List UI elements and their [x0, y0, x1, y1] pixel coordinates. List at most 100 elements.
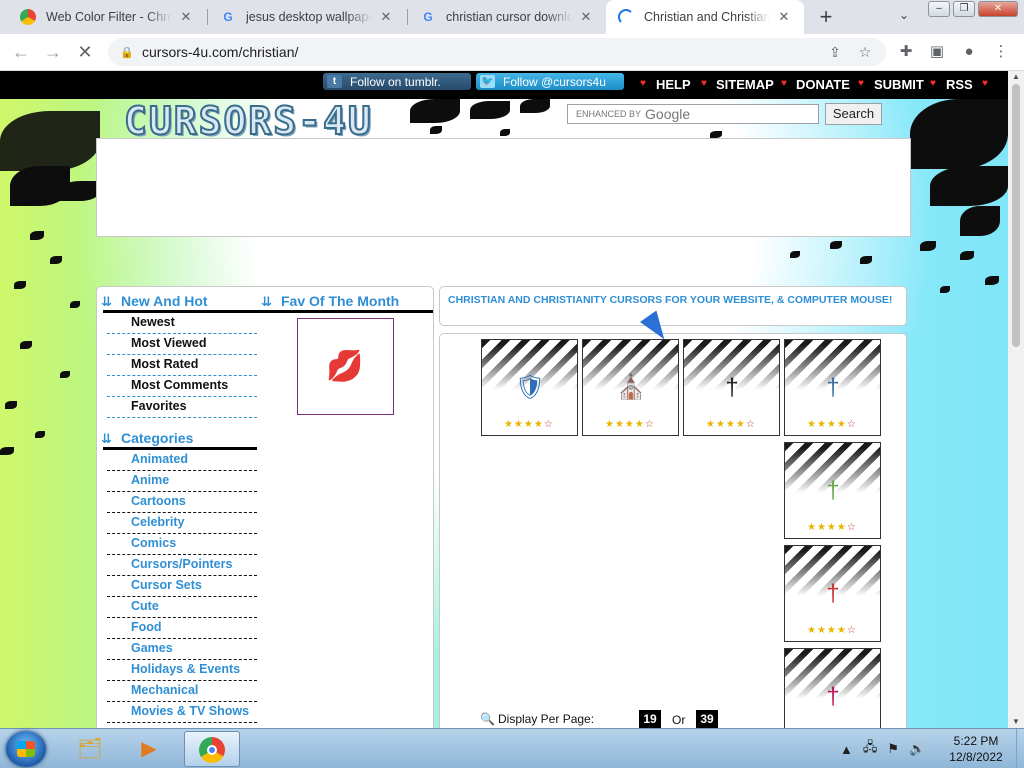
link-most-comments[interactable]: Most Comments — [107, 376, 257, 397]
tab-web-color-filter[interactable]: Web Color Filter - Chrome ✕ — [8, 0, 206, 34]
close-tab-icon[interactable]: ✕ — [578, 9, 594, 25]
left-sidebar: ⇊ New And Hot ⇊ Fav Of The Month Newest Mo… — [96, 286, 434, 728]
category-cursors-pointers[interactable]: Cursors/Pointers — [107, 555, 257, 576]
close-tab-icon[interactable]: ✕ — [776, 9, 792, 25]
back-arrow-icon[interactable]: ← — [8, 39, 34, 65]
google-icon: G — [423, 10, 433, 24]
cursor-card[interactable]: † ★★★★☆ — [784, 545, 881, 642]
scrollbar-thumb[interactable] — [1012, 84, 1020, 347]
link-newest[interactable]: Newest — [107, 313, 257, 334]
cursor-card[interactable]: 🛡 ★★★★☆ — [481, 339, 578, 436]
close-window-button[interactable]: ✕ — [978, 1, 1018, 17]
category-comics[interactable]: Comics — [107, 534, 257, 555]
follow-twitter-label: Follow @cursors4u — [503, 74, 606, 89]
cursor-card[interactable]: † ★★★★☆ — [784, 442, 881, 539]
chrome-taskbar-button[interactable] — [184, 731, 240, 767]
browser-toolbar: ← → ✕ 🔒 cursors-4u.com/christian/ ⇪ ☆ ✚ … — [0, 34, 1024, 71]
stop-loading-icon[interactable]: ✕ — [72, 39, 98, 65]
close-tab-icon[interactable]: ✕ — [378, 9, 394, 25]
kebab-menu-icon[interactable]: ⋮ — [988, 39, 1014, 65]
follow-tumblr-button[interactable]: t Follow on tumblr. — [323, 73, 471, 90]
share-icon[interactable]: ⇪ — [824, 38, 846, 66]
link-most-viewed[interactable]: Most Viewed — [107, 334, 257, 355]
tab-search-chevron-icon[interactable]: ⌄ — [894, 8, 914, 26]
page-title: CHRISTIAN AND CHRISTIANITY CURSORS FOR Y… — [448, 294, 893, 306]
heart-icon: ♥ — [858, 78, 864, 89]
sword-cross-icon: † — [725, 374, 739, 401]
windows-logo-icon — [17, 741, 35, 757]
category-food[interactable]: Food — [107, 618, 257, 639]
clock-time: 5:22 PM — [953, 734, 999, 748]
per-page-39-button[interactable]: 39 — [696, 710, 718, 728]
follow-tumblr-label: Follow on tumblr. — [350, 74, 441, 89]
nav-submit[interactable]: SUBMIT — [874, 77, 924, 92]
rainbow-icon — [20, 9, 36, 25]
extensions-puzzle-icon[interactable]: ✚ — [893, 39, 919, 65]
category-mechanical[interactable]: Mechanical — [107, 681, 257, 702]
nav-help[interactable]: HELP — [656, 77, 691, 92]
follow-twitter-button[interactable]: 🐦 Follow @cursors4u — [476, 73, 624, 90]
categories-heading: ⇊ Categories — [101, 430, 193, 447]
link-favorites[interactable]: Favorites — [107, 397, 257, 418]
category-cute[interactable]: Cute — [107, 597, 257, 618]
page-scrollbar[interactable]: ▲ ▼ — [1008, 71, 1024, 728]
nav-sitemap[interactable]: SITEMAP — [716, 77, 774, 92]
system-clock[interactable]: 5:22 PM 12/8/2022 — [936, 733, 1016, 765]
fav-of-month-cursor[interactable]: 💋 — [297, 318, 394, 415]
download-arrow-icon: ⇊ — [101, 294, 112, 309]
cursor-card[interactable]: † ★★★★☆ — [683, 339, 780, 436]
media-player-icon[interactable]: ▶ — [121, 731, 177, 767]
cursor-card[interactable]: † ★★★★☆ — [784, 339, 881, 436]
tray-expand-icon[interactable]: ▲ — [840, 742, 853, 757]
category-cursor-sets[interactable]: Cursor Sets — [107, 576, 257, 597]
category-games[interactable]: Games — [107, 639, 257, 660]
link-most-rated[interactable]: Most Rated — [107, 355, 257, 376]
tab-title: jesus desktop wallpaper — [246, 10, 372, 24]
per-page-or-text: Or — [672, 713, 686, 727]
start-button[interactable] — [6, 731, 46, 767]
forward-arrow-icon[interactable]: → — [40, 39, 66, 65]
category-holidays-events[interactable]: Holidays & Events — [107, 660, 257, 681]
action-center-icon[interactable]: ⚑ — [887, 741, 899, 757]
address-bar[interactable]: 🔒 cursors-4u.com/christian/ ⇪ ☆ — [108, 38, 886, 66]
cathedral-icon: ⛪ — [616, 374, 646, 401]
chrome-icon — [199, 737, 225, 763]
bookmark-star-icon[interactable]: ☆ — [854, 38, 876, 66]
minimize-window-button[interactable]: – — [928, 1, 950, 17]
clock-date: 12/8/2022 — [949, 750, 1003, 764]
profile-avatar-icon[interactable]: ● — [956, 39, 982, 65]
tab-christian-and-christianity[interactable]: Christian and Christianity ✕ — [606, 0, 804, 34]
shield-cross-icon: 🛡 — [514, 374, 546, 401]
category-celebrity[interactable]: Celebrity — [107, 513, 257, 534]
show-desktop-button[interactable] — [1016, 729, 1024, 768]
scroll-down-arrow-icon[interactable]: ▼ — [1008, 716, 1024, 728]
cursor-card[interactable]: † ★★★★☆ — [784, 648, 881, 728]
page-viewport: t Follow on tumblr. 🐦 Follow @cursors4u … — [0, 71, 1008, 728]
red-sword-icon: † — [826, 580, 840, 607]
cursor-card[interactable]: ⛪ ★★★★☆ — [582, 339, 679, 436]
category-movies-tv-shows[interactable]: Movies & TV Shows — [107, 702, 257, 723]
restore-window-button[interactable]: ❐ — [953, 1, 975, 17]
category-animated[interactable]: Animated — [107, 450, 257, 471]
new-tab-button[interactable]: + — [812, 4, 840, 30]
side-panel-icon[interactable]: ▣ — [924, 39, 950, 65]
windows-taskbar: 🗂 ▶ ▲ 🖧 ⚑ 🔊 5:22 PM 12/8/2022 — [0, 728, 1024, 768]
loading-spinner-icon — [618, 9, 634, 25]
tab-jesus-wallpaper[interactable]: G jesus desktop wallpaper ✕ — [208, 0, 406, 34]
site-logo[interactable]: CURSORS-4U — [123, 98, 373, 144]
tab-christian-cursor[interactable]: G christian cursor download ✕ — [408, 0, 606, 34]
heart-icon: ♥ — [982, 78, 988, 89]
nav-donate[interactable]: DONATE — [796, 77, 850, 92]
file-explorer-icon[interactable]: 🗂 — [62, 731, 118, 767]
category-cartoons[interactable]: Cartoons — [107, 492, 257, 513]
google-search-input[interactable]: ENHANCED BY Google — [567, 104, 819, 124]
network-icon[interactable]: 🖧 — [863, 738, 878, 760]
new-and-hot-label: New And Hot — [121, 293, 208, 309]
close-tab-icon[interactable]: ✕ — [178, 9, 194, 25]
nav-rss[interactable]: RSS — [946, 77, 973, 92]
per-page-19-button[interactable]: 19 — [639, 710, 661, 728]
scroll-up-arrow-icon[interactable]: ▲ — [1008, 71, 1024, 83]
volume-icon[interactable]: 🔊 — [909, 741, 925, 757]
category-anime[interactable]: Anime — [107, 471, 257, 492]
search-button[interactable]: Search — [825, 103, 882, 125]
